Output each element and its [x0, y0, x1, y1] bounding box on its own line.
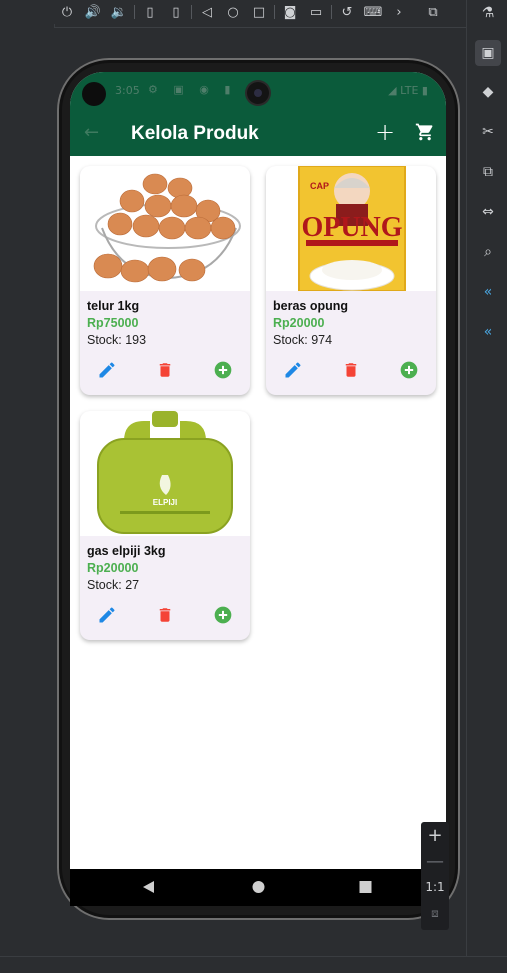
- edit-icon[interactable]: [96, 604, 118, 626]
- delete-icon[interactable]: [154, 604, 176, 626]
- edit-icon[interactable]: [96, 359, 118, 381]
- rice-brand-small: CAP: [310, 181, 329, 191]
- phone-screen: 3:05 ⚙ ▣ ◉ ▮ ◢ LTE ▮ ← Kelola Produk + t…: [70, 72, 446, 906]
- product-price: Rp75000: [87, 316, 139, 330]
- running-devices-icon[interactable]: ▣: [475, 40, 501, 66]
- ide-status-bar: [0, 956, 507, 973]
- network-label: LTE: [400, 84, 419, 97]
- rice-bag-image: CAP OPUNG: [266, 166, 436, 291]
- toolbar-divider: [274, 5, 275, 19]
- app-bar: ← Kelola Produk +: [70, 112, 446, 156]
- cart-icon[interactable]: [415, 122, 435, 146]
- product-stock: Stock: 193: [87, 333, 147, 347]
- tools-icon[interactable]: ✂: [475, 119, 501, 145]
- product-card[interactable]: telur 1kg Rp75000 Stock: 193: [80, 166, 250, 395]
- product-stock: Stock: 974: [273, 333, 333, 347]
- status-time: 3:05: [115, 84, 140, 97]
- product-card[interactable]: ELPIJI gas elpiji 3kg Rp20000 Stock: 27: [80, 411, 250, 640]
- front-camera: [247, 82, 269, 104]
- delete-icon[interactable]: [340, 359, 362, 381]
- link-icon[interactable]: ⇔: [475, 199, 501, 225]
- product-name: telur 1kg: [87, 299, 140, 313]
- volume-down-icon[interactable]: 🔉: [106, 5, 132, 20]
- home-nav-icon[interactable]: ○: [220, 5, 246, 20]
- rice-brand: OPUNG: [301, 212, 402, 243]
- android-nav-bar: [70, 869, 446, 906]
- add-stock-icon[interactable]: [212, 604, 234, 626]
- resource-icon[interactable]: ⧉: [475, 159, 501, 185]
- lpg-cylinder-image: ELPIJI: [80, 411, 250, 536]
- screenshot-icon[interactable]: ◙: [277, 5, 303, 20]
- toolbar-divider: [331, 5, 332, 19]
- lpg-brand: ELPIJI: [153, 498, 177, 507]
- product-name: gas elpiji 3kg: [87, 544, 166, 558]
- toolbar-divider: [191, 5, 192, 19]
- back-arrow-icon[interactable]: ←: [84, 122, 99, 143]
- layout-inspector-icon[interactable]: ⧉: [420, 5, 446, 20]
- flutter-outline-icon[interactable]: «: [475, 319, 501, 345]
- page-title: Kelola Produk: [131, 123, 259, 144]
- rotate-right-icon[interactable]: ▯: [163, 5, 189, 20]
- snapshot-icon[interactable]: ↺: [334, 5, 360, 20]
- back-nav-icon[interactable]: ◁: [194, 5, 220, 20]
- delete-icon[interactable]: [154, 359, 176, 381]
- product-card[interactable]: CAP OPUNG beras opung Rp20000 Stock: 974: [266, 166, 436, 395]
- add-stock-icon[interactable]: [398, 359, 420, 381]
- flutter-inspector-icon[interactable]: «: [475, 279, 501, 305]
- product-grid: telur 1kg Rp75000 Stock: 193 CAP OPUNG b…: [70, 156, 446, 869]
- nav-back-icon[interactable]: [142, 879, 155, 898]
- product-stock: Stock: 27: [87, 578, 140, 592]
- more-chevron-icon[interactable]: ›: [386, 5, 412, 20]
- edit-icon[interactable]: [282, 359, 304, 381]
- nav-home-icon[interactable]: [252, 879, 265, 898]
- power-icon[interactable]: ⏻: [54, 5, 80, 20]
- product-name: beras opung: [273, 299, 349, 313]
- overview-nav-icon[interactable]: □: [246, 5, 272, 20]
- ide-left-gutter: [0, 0, 55, 972]
- add-product-icon[interactable]: +: [375, 118, 395, 146]
- volume-up-icon[interactable]: 🔊: [80, 5, 106, 20]
- zoom-fit-icon[interactable]: ⧈: [421, 900, 449, 926]
- record-icon[interactable]: ▭: [303, 5, 329, 20]
- add-stock-icon[interactable]: [212, 359, 234, 381]
- android-status-bar: 3:05 ⚙ ▣ ◉ ▮ ◢ LTE ▮: [70, 72, 446, 112]
- product-price: Rp20000: [87, 561, 139, 575]
- ide-right-panel: ⚗ ▣ ◆ ✂ ⧉ ⇔ ⌕ « «: [466, 0, 507, 972]
- emulator-zoom-controls: + — 1:1 ⧈: [421, 822, 449, 930]
- zoom-actual-size-button[interactable]: 1:1: [421, 874, 449, 900]
- camera-cutout: [82, 82, 106, 106]
- device-manager-icon[interactable]: ⚗: [475, 0, 501, 26]
- zoom-in-icon[interactable]: +: [421, 822, 449, 848]
- rotate-left-icon[interactable]: ▯: [137, 5, 163, 20]
- nav-recents-icon[interactable]: [359, 879, 372, 898]
- toolbar-divider: [134, 5, 135, 19]
- product-price: Rp20000: [273, 316, 325, 330]
- emulator-toolbar: ⏻ 🔊 🔉 ▯ ▯ ◁ ○ □ ◙ ▭ ↺ ⌨ › ⧉: [54, 0, 466, 24]
- zoom-out-icon[interactable]: —: [421, 848, 449, 874]
- keyboard-icon[interactable]: ⌨: [360, 5, 386, 20]
- gemini-icon[interactable]: ◆: [475, 79, 501, 105]
- notification-icons: ⚙ ▣ ◉ ▮: [148, 83, 237, 96]
- network-indicator: ◢ LTE ▮: [388, 84, 428, 97]
- inspect-icon[interactable]: ⌕: [475, 239, 501, 265]
- eggs-image: [80, 166, 250, 291]
